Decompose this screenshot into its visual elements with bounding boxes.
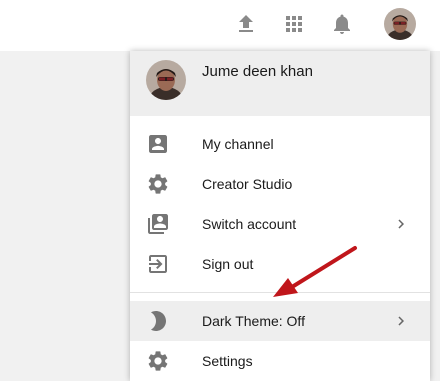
menu-item-label: Settings	[202, 353, 253, 369]
chevron-right-icon	[392, 312, 410, 330]
upload-icon[interactable]	[234, 12, 258, 36]
masthead	[0, 0, 440, 51]
user-avatar	[146, 60, 186, 100]
menu-item-dark-theme[interactable]: Dark Theme: Off	[130, 301, 430, 341]
notifications-bell-icon[interactable]	[330, 12, 354, 36]
chevron-right-icon	[392, 215, 410, 233]
moon-icon	[146, 309, 170, 333]
menu-item-creator-studio[interactable]: Creator Studio	[130, 164, 430, 204]
account-box-icon	[146, 132, 170, 156]
apps-grid-icon[interactable]	[282, 12, 306, 36]
account-avatar[interactable]	[384, 8, 416, 40]
user-name: Jume deen khan	[202, 63, 313, 80]
menu-item-sign-out[interactable]: Sign out	[130, 244, 430, 284]
menu-item-label: Switch account	[202, 216, 297, 232]
menu-item-switch-account[interactable]: Switch account	[130, 204, 430, 244]
menu-item-label: Dark Theme: Off	[202, 313, 305, 329]
account-menu-header: Jume deen khan	[130, 51, 430, 116]
gear-icon	[146, 349, 170, 373]
sign-out-icon	[146, 252, 170, 276]
account-menu: Jume deen khan My channel Creator Studio…	[130, 51, 430, 381]
menu-divider	[130, 292, 430, 293]
menu-item-my-channel[interactable]: My channel	[130, 124, 430, 164]
menu-item-label: My channel	[202, 136, 274, 152]
gear-icon	[146, 172, 170, 196]
menu-item-settings[interactable]: Settings	[130, 341, 430, 381]
menu-item-label: Creator Studio	[202, 176, 293, 192]
menu-item-label: Sign out	[202, 256, 254, 272]
switch-account-icon	[146, 212, 170, 236]
